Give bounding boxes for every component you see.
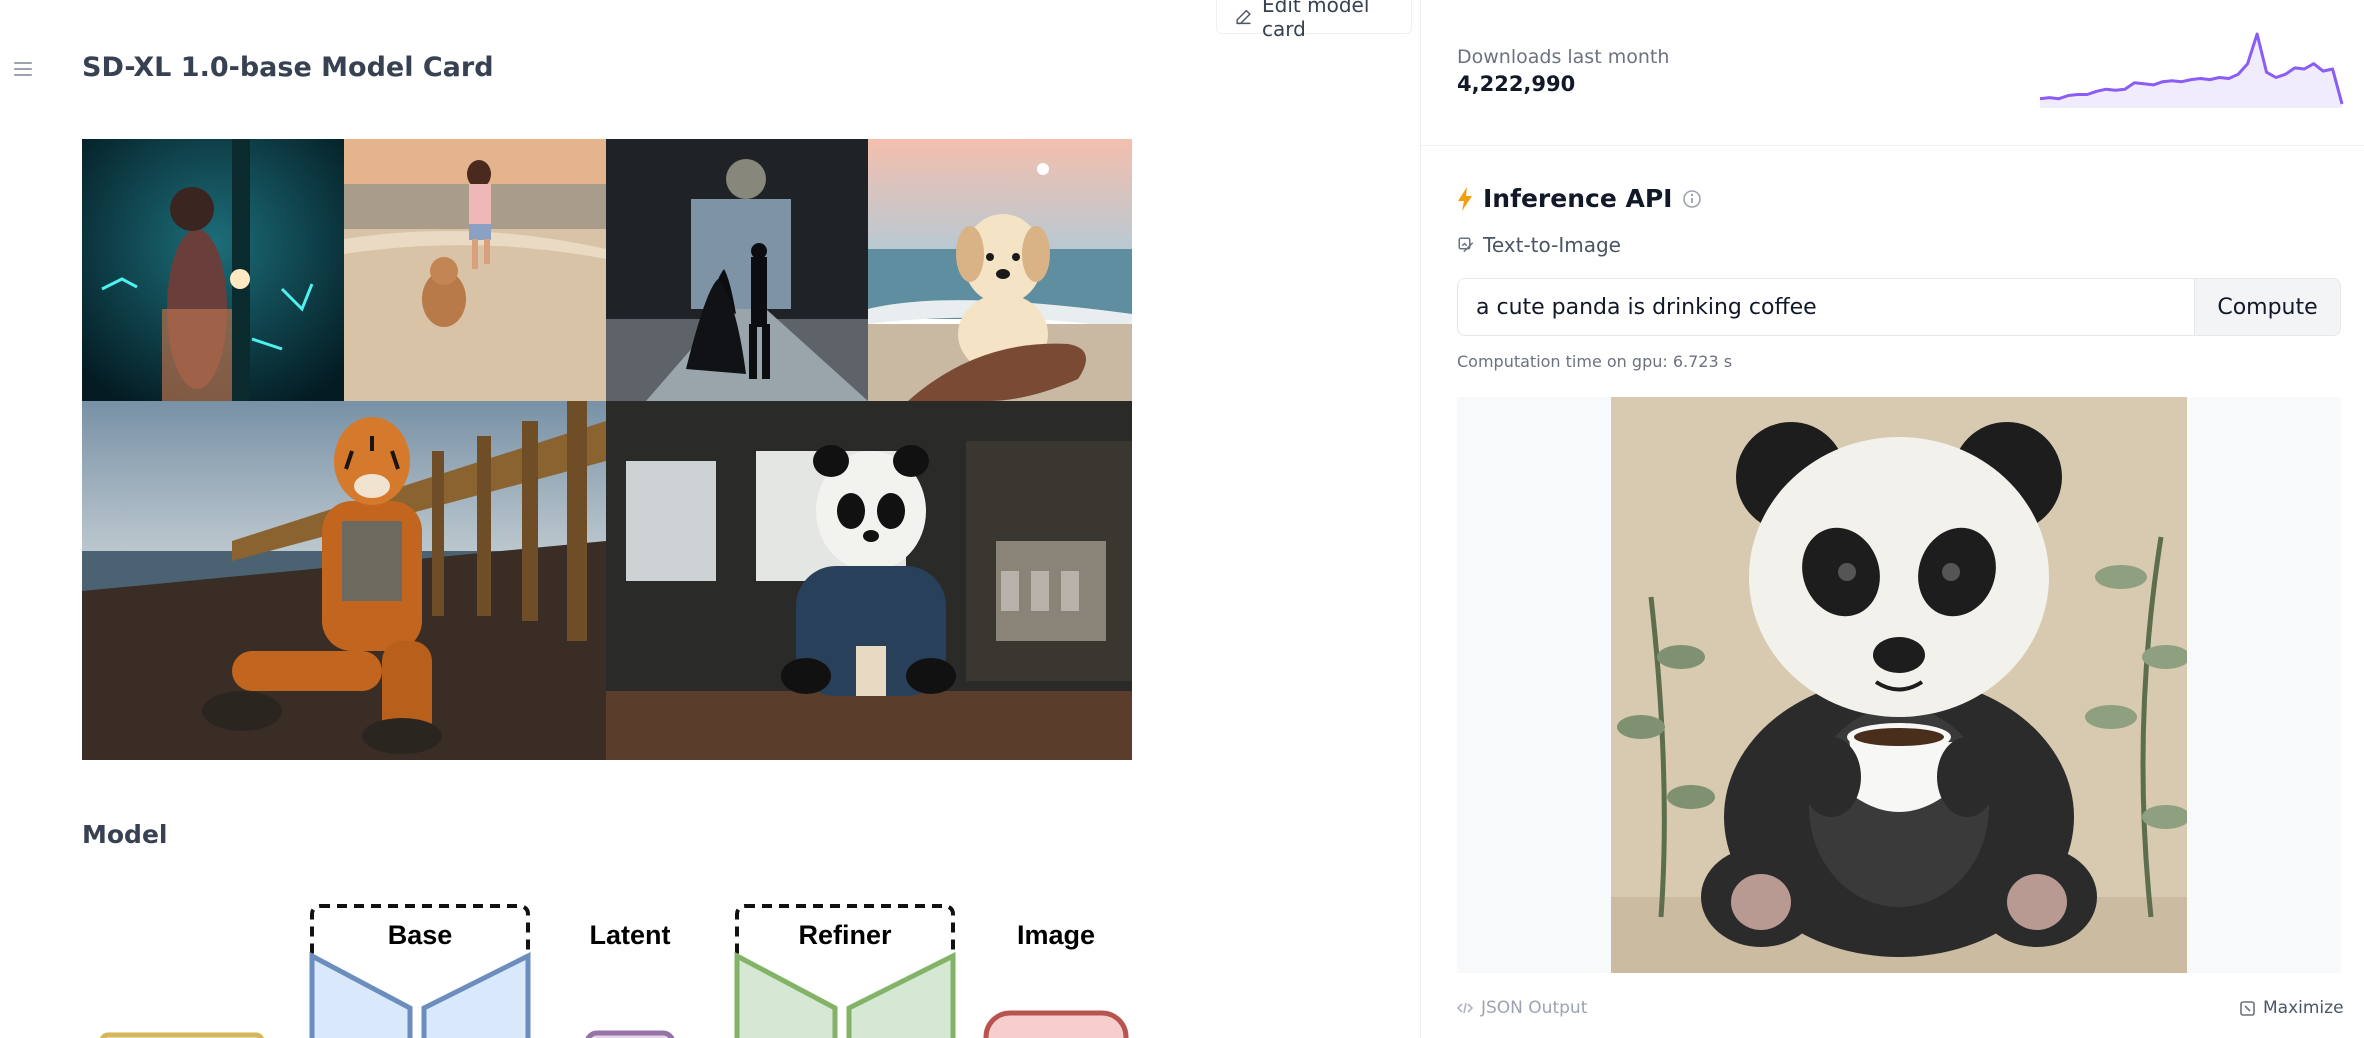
edit-model-card-button[interactable]: Edit model card <box>1216 0 1412 41</box>
model-pipeline-diagram: Base Latent Refiner Image <box>100 904 1129 1038</box>
latent-label: Latent <box>590 920 671 950</box>
maximize-icon <box>2240 1000 2255 1016</box>
base-label: Base <box>388 920 453 950</box>
refiner-label: Refiner <box>798 920 892 950</box>
prompt-input[interactable] <box>1458 279 2194 335</box>
example-image-gallery <box>82 139 1132 760</box>
column-divider <box>1420 0 1421 1038</box>
gallery-image-beach-puppy <box>868 139 1132 401</box>
inference-api-title: Inference API <box>1483 184 1673 213</box>
image-block <box>983 1010 1129 1038</box>
pencil-icon <box>1236 9 1251 24</box>
generated-panda-image <box>1611 397 2187 973</box>
task-type: Text-to-Image <box>1457 233 1621 257</box>
computation-time: Computation time on gpu: 6.723 s <box>1457 352 1733 371</box>
gallery-image-beach-dog <box>344 139 606 401</box>
image-label: Image <box>1017 920 1095 950</box>
maximize-label: Maximize <box>2263 998 2344 1018</box>
prompt-form: Compute <box>1457 278 2341 336</box>
page-title: SD-XL 1.0-base Model Card <box>82 52 494 83</box>
inference-api-header: Inference API <box>1457 184 1702 213</box>
refiner-unet-left <box>734 951 838 1038</box>
base-unet-right <box>421 951 531 1038</box>
compute-button[interactable]: Compute <box>2194 279 2340 335</box>
info-icon[interactable] <box>1682 189 1702 209</box>
json-output-label: JSON Output <box>1481 998 1588 1018</box>
task-label: Text-to-Image <box>1483 233 1621 257</box>
json-output-button[interactable]: JSON Output <box>1457 998 1587 1018</box>
sparkline-area <box>2040 34 2342 108</box>
downloads-label: Downloads last month <box>1457 46 1670 68</box>
gallery-image-ballroom-couple <box>606 139 868 401</box>
gallery-image-tiger-pier <box>82 401 606 760</box>
latent-block <box>585 1030 675 1038</box>
hamburger-icon[interactable] <box>14 62 32 76</box>
section-divider <box>1421 145 2364 146</box>
downloads-value: 4,222,990 <box>1457 72 1576 96</box>
model-section-title: Model <box>82 820 168 849</box>
base-unet-left <box>309 951 413 1038</box>
lightning-icon <box>1458 186 1472 211</box>
code-icon <box>1457 1002 1473 1014</box>
downloads-sparkline <box>2039 32 2344 108</box>
gallery-image-forest-woman <box>82 139 344 401</box>
maximize-button[interactable]: Maximize <box>2240 998 2344 1018</box>
image-tag-icon <box>1458 237 1474 253</box>
refiner-unet-right <box>846 951 956 1038</box>
gallery-image-panda-cafe <box>606 401 1132 760</box>
edit-model-card-label: Edit model card <box>1262 0 1370 41</box>
